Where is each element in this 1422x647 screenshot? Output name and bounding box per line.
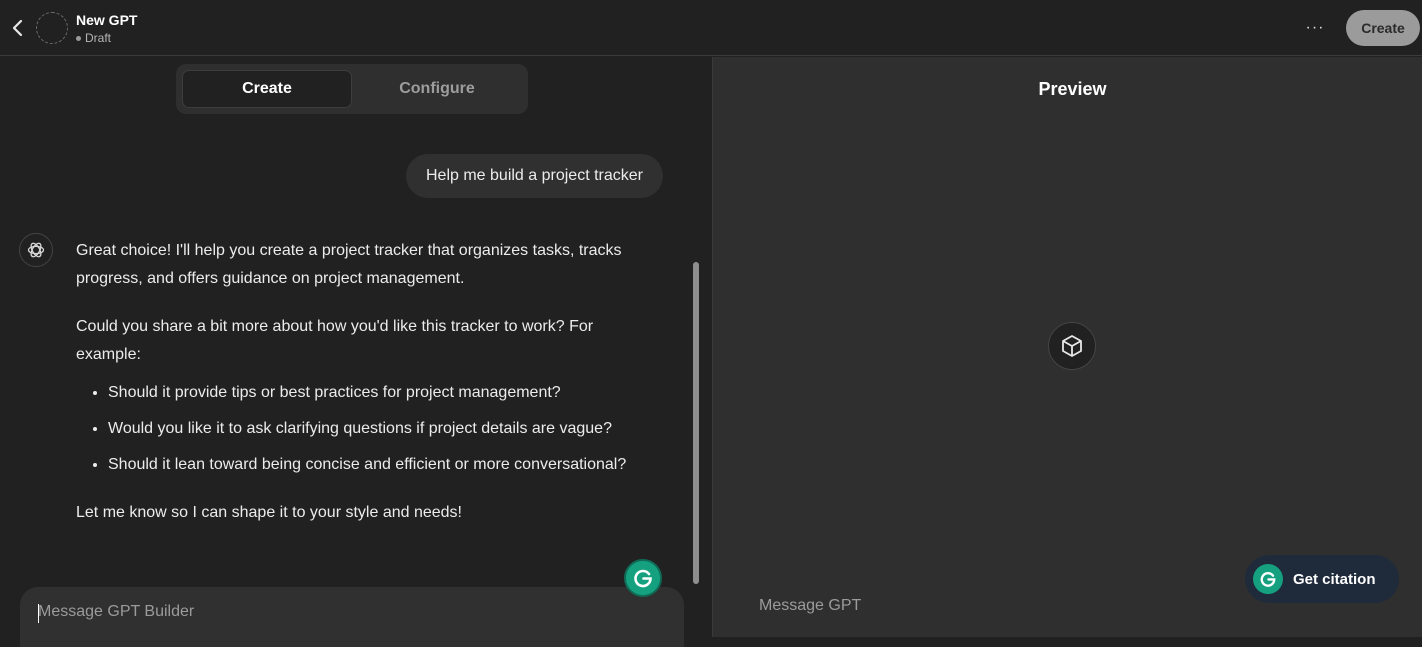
gpt-avatar-placeholder[interactable]: [36, 12, 68, 44]
cube-icon: [1062, 335, 1082, 357]
grammarly-icon: [1253, 564, 1283, 594]
tab-create[interactable]: Create: [182, 70, 352, 108]
builder-message-box: [20, 587, 684, 647]
top-bar: New GPT Draft ··· Create: [0, 0, 1422, 56]
builder-tabs: Create Configure: [176, 64, 528, 114]
status-label: Draft: [85, 31, 112, 45]
get-citation-button[interactable]: Get citation: [1245, 555, 1399, 603]
assistant-bullet-list: Should it provide tips or best practices…: [76, 379, 661, 479]
preview-avatar: [1048, 322, 1096, 370]
preview-message-box: [743, 597, 1223, 627]
assistant-paragraph: Let me know so I can shape it to your st…: [76, 504, 462, 521]
status-dot-icon: [76, 35, 81, 41]
assistant-paragraph: Great choice! I'll help you create a pro…: [76, 242, 622, 287]
preview-title: Preview: [1038, 79, 1107, 99]
create-button[interactable]: Create: [1346, 10, 1420, 46]
text-caret: [38, 604, 39, 623]
grammarly-button[interactable]: [624, 559, 662, 597]
builder-pane: Create Configure Help me build a project…: [0, 57, 712, 647]
assistant-paragraph: Could you share a bit more about how you…: [76, 318, 594, 363]
list-item: Should it provide tips or best practices…: [108, 379, 661, 407]
assistant-message: Great choice! I'll help you create a pro…: [76, 237, 661, 547]
gpt-status: Draft: [76, 31, 111, 45]
more-options-button[interactable]: ···: [1303, 18, 1327, 38]
chat-scrollbar[interactable]: [692, 262, 700, 584]
citation-label: Get citation: [1293, 570, 1376, 588]
tab-configure[interactable]: Configure: [352, 70, 522, 108]
scrollbar-thumb[interactable]: [693, 262, 699, 584]
grammarly-icon: [634, 569, 652, 588]
back-button[interactable]: [6, 16, 28, 40]
gpt-name: New GPT: [76, 12, 138, 28]
list-item: Should it lean toward being concise and …: [108, 451, 661, 479]
openai-logo-icon: [27, 242, 45, 258]
chevron-left-icon: [12, 19, 23, 37]
builder-message-input[interactable]: [38, 603, 666, 621]
preview-pane: Preview Get citation: [713, 57, 1422, 637]
user-message: Help me build a project tracker: [406, 154, 663, 198]
preview-message-input[interactable]: [759, 597, 1223, 615]
list-item: Would you like it to ask clarifying ques…: [108, 415, 661, 443]
assistant-avatar: [19, 233, 53, 267]
